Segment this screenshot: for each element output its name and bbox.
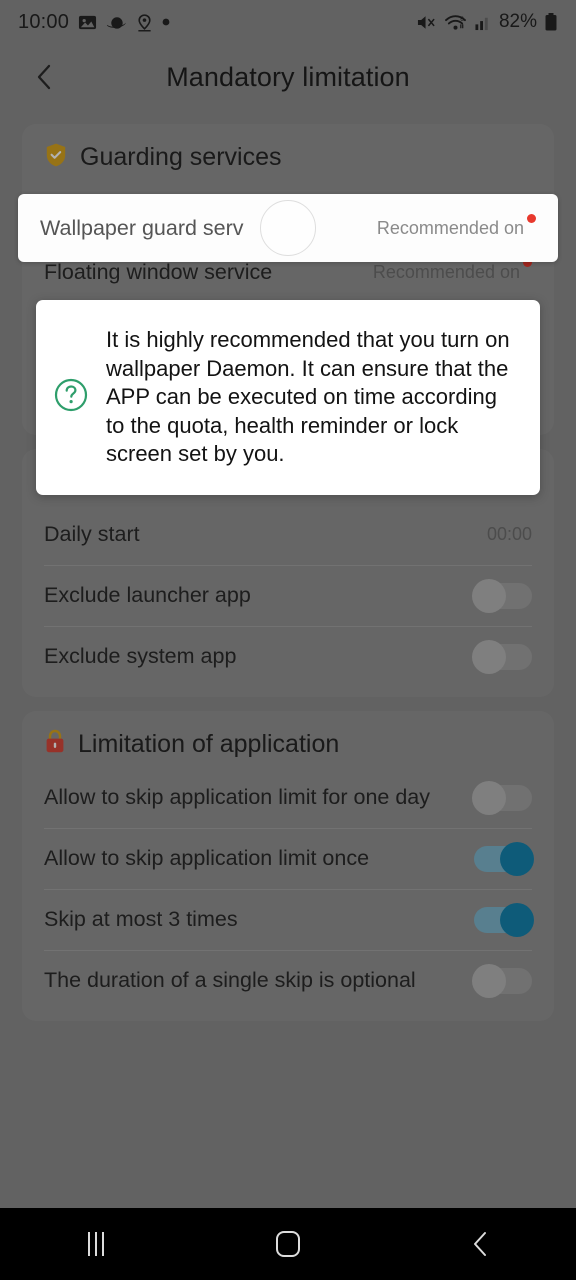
back-button[interactable]: [24, 57, 64, 97]
dot-icon: [162, 18, 170, 26]
row-skip-at-most-3-times[interactable]: Skip at most 3 times: [22, 889, 554, 950]
toggle-knob: [500, 902, 534, 937]
question-circle-icon: [52, 376, 90, 419]
signal-bars-icon: [474, 14, 492, 31]
status-bar-left: 10:00: [18, 11, 170, 34]
toggle-exclude-system-app[interactable]: [472, 639, 532, 674]
row-exclude-launcher-app[interactable]: Exclude launcher app: [22, 565, 554, 626]
location-pin-icon: [136, 13, 153, 32]
row-exclude-system-app[interactable]: Exclude system app: [22, 626, 554, 687]
row-value: 00:00: [486, 524, 532, 544]
highlighted-row-status-label: Recommended on: [376, 217, 524, 238]
red-dot-badge: [527, 213, 536, 223]
row-status: Recommended on: [363, 258, 532, 283]
row-label: Exclude launcher app: [44, 583, 251, 608]
row-daily-start[interactable]: Daily start 00:00: [22, 504, 554, 565]
toggle-single-skip-duration[interactable]: [472, 963, 532, 998]
toggle-knob: [500, 841, 534, 876]
toggle-skip-limit-one-day[interactable]: [472, 780, 532, 815]
page-title: Mandatory limitation: [166, 61, 410, 92]
row-single-skip-duration[interactable]: The duration of a single skip is optiona…: [22, 950, 554, 1011]
toggle-knob: [472, 963, 506, 998]
battery-icon: [544, 12, 558, 32]
nav-back-button[interactable]: [384, 1230, 576, 1258]
touch-ripple-indicator: [260, 200, 316, 256]
toggle-knob: [472, 578, 506, 613]
status-bar-clock: 10:00: [18, 10, 70, 33]
section-header: Guarding services: [22, 124, 554, 181]
section-limitation-of-application: Limitation of application Allow to skip …: [22, 711, 554, 1021]
wifi-6-icon: 6: [444, 13, 467, 32]
row-label: Skip at most 3 times: [44, 907, 238, 932]
section-title: Guarding services: [80, 143, 282, 171]
home-icon: [276, 1231, 300, 1257]
tooltip-message: It is highly recommended that you turn o…: [106, 327, 510, 467]
row-label: Allow to skip application limit once: [44, 846, 370, 871]
row-label: Floating window service: [44, 260, 273, 285]
chevron-left-icon: [37, 64, 51, 90]
saturn-icon: [106, 13, 127, 32]
toggle-exclude-launcher-app[interactable]: [472, 578, 532, 613]
image-icon: [78, 13, 97, 32]
shield-check-icon: [44, 142, 68, 173]
mute-icon: [416, 13, 437, 32]
toggle-knob: [472, 639, 506, 674]
status-bar: 10:00 6 82%: [0, 0, 576, 44]
app-page: 10:00 6 82% Mandatory limitation Guardin…: [0, 0, 576, 1208]
row-label: Allow to skip application limit for one …: [44, 785, 430, 810]
row-label: The duration of a single skip is optiona…: [44, 968, 416, 993]
toggle-skip-limit-once[interactable]: [474, 841, 534, 876]
toggle-knob: [472, 780, 506, 815]
row-skip-limit-once[interactable]: Allow to skip application limit once: [22, 828, 554, 889]
lock-icon: [44, 729, 66, 759]
toggle-skip-at-most-3-times[interactable]: [474, 902, 534, 937]
row-status-label: Recommended on: [372, 262, 520, 282]
battery-percent-label: 82%: [498, 11, 537, 32]
row-skip-limit-one-day[interactable]: Allow to skip application limit for one …: [22, 767, 554, 828]
svg-text:6: 6: [460, 15, 464, 22]
title-bar: Mandatory limitation: [0, 44, 576, 110]
highlighted-row-label: Wallpaper guard serv: [40, 215, 244, 240]
tooltip-dialog[interactable]: It is highly recommended that you turn o…: [36, 300, 540, 495]
row-label: Daily start: [44, 522, 140, 547]
system-navigation-bar: [0, 1208, 576, 1280]
section-title: Limitation of application: [78, 729, 340, 758]
highlighted-row-status: Recommended on: [367, 213, 536, 239]
row-label: Exclude system app: [44, 644, 237, 669]
nav-recents-button[interactable]: [0, 1232, 192, 1256]
recents-icon: [88, 1232, 104, 1256]
status-bar-right: 6 82%: [416, 11, 558, 33]
section-header: Limitation of application: [22, 711, 554, 767]
back-icon: [474, 1232, 486, 1256]
nav-home-button[interactable]: [192, 1231, 384, 1257]
